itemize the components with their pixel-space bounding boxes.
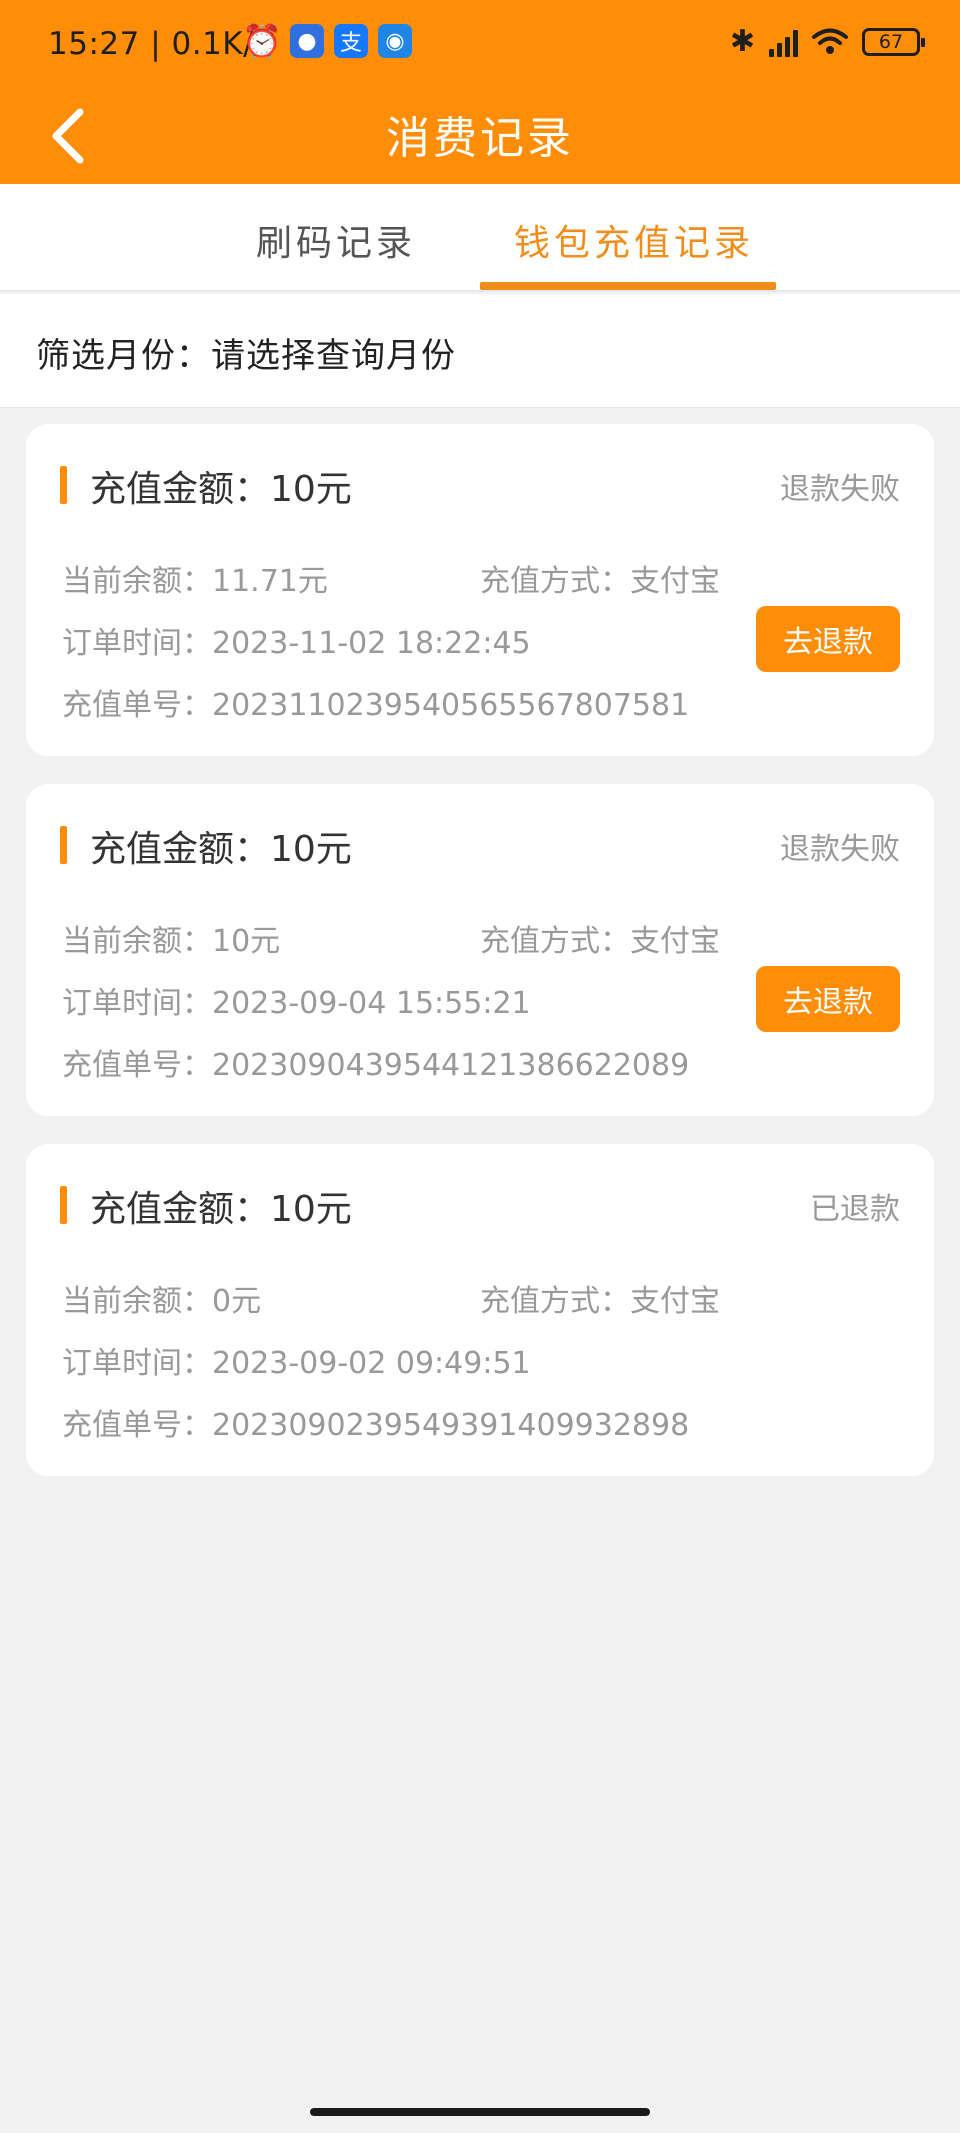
- tab-bar: 刷码记录 钱包充值记录: [0, 184, 960, 292]
- refund-status: 退款失败: [780, 472, 900, 507]
- current-balance: 当前余额：0元: [62, 1284, 262, 1319]
- status-bar: 15:27 | 0.1K/s ⏰ ● 支 ◉ ✱ 67: [0, 0, 960, 88]
- accent-bar: [60, 1186, 67, 1224]
- system-icons: ✱ 67: [729, 24, 925, 59]
- refund-status: 已退款: [810, 1192, 900, 1227]
- order-number: 充值单号：2023090439544121386622089: [62, 1048, 690, 1083]
- order-time: 订单时间：2023-09-02 09:49:51: [62, 1346, 531, 1381]
- status-time: 15:27 | 0.1K/s: [48, 26, 271, 62]
- bluetooth-icon: ✱: [729, 24, 755, 59]
- recharge-record-card: 充值金额：10元 已退款 当前余额：0元 充值方式：支付宝 订单时间：2023-…: [26, 1144, 934, 1476]
- tab-wallet-recharge-records[interactable]: 钱包充值记录: [514, 214, 754, 266]
- active-tab-indicator: [480, 282, 776, 290]
- page-title: 消费记录: [386, 113, 574, 164]
- refund-button[interactable]: 去退款: [756, 966, 900, 1032]
- current-balance: 当前余额：10元: [62, 924, 281, 959]
- current-balance: 当前余额：11.71元: [62, 564, 328, 599]
- app-notification-icon-2: ◉: [378, 24, 412, 58]
- nav-bar: 消费记录: [0, 88, 960, 184]
- order-time: 订单时间：2023-09-04 15:55:21: [62, 986, 531, 1021]
- recharge-amount: 充值金额：10元: [90, 829, 352, 870]
- accent-bar: [60, 466, 67, 504]
- payment-method: 充值方式：支付宝: [480, 564, 720, 599]
- recharge-amount: 充值金额：10元: [90, 469, 352, 510]
- order-time: 订单时间：2023-11-02 18:22:45: [62, 626, 531, 661]
- month-filter[interactable]: 筛选月份：请选择查询月份: [0, 294, 960, 408]
- alarm-icon: ⏰: [242, 22, 282, 60]
- alipay-icon-glyph: 支: [339, 31, 362, 56]
- refund-button[interactable]: 去退款: [756, 606, 900, 672]
- battery-icon: 67: [862, 27, 925, 56]
- home-indicator[interactable]: [310, 2108, 650, 2116]
- recharge-record-card: 充值金额：10元 退款失败 当前余额：10元 充值方式：支付宝 订单时间：202…: [26, 784, 934, 1116]
- battery-level: 67: [878, 30, 904, 53]
- signal-icon: [769, 27, 798, 57]
- payment-method: 充值方式：支付宝: [480, 924, 720, 959]
- accent-bar: [60, 826, 67, 864]
- header-bar: 15:27 | 0.1K/s ⏰ ● 支 ◉ ✱ 67 消费记录: [0, 0, 960, 184]
- order-number: 充值单号：2023110239540565567807581: [62, 688, 690, 723]
- order-number: 充值单号：2023090239549391409932898: [62, 1408, 690, 1443]
- payment-method: 充值方式：支付宝: [480, 1284, 720, 1319]
- tab-scan-records[interactable]: 刷码记录: [256, 214, 416, 266]
- recharge-record-card: 充值金额：10元 退款失败 当前余额：11.71元 充值方式：支付宝 订单时间：…: [26, 424, 934, 756]
- wifi-icon: [812, 28, 848, 54]
- month-filter-label: 筛选月份：请选择查询月份: [36, 336, 456, 376]
- recharge-amount: 充值金额：10元: [90, 1189, 352, 1230]
- refund-status: 退款失败: [780, 832, 900, 867]
- alipay-icon: 支: [334, 24, 368, 58]
- app-notification-icon: ●: [290, 24, 324, 58]
- notification-icons: ⏰ ● 支 ◉: [242, 22, 412, 60]
